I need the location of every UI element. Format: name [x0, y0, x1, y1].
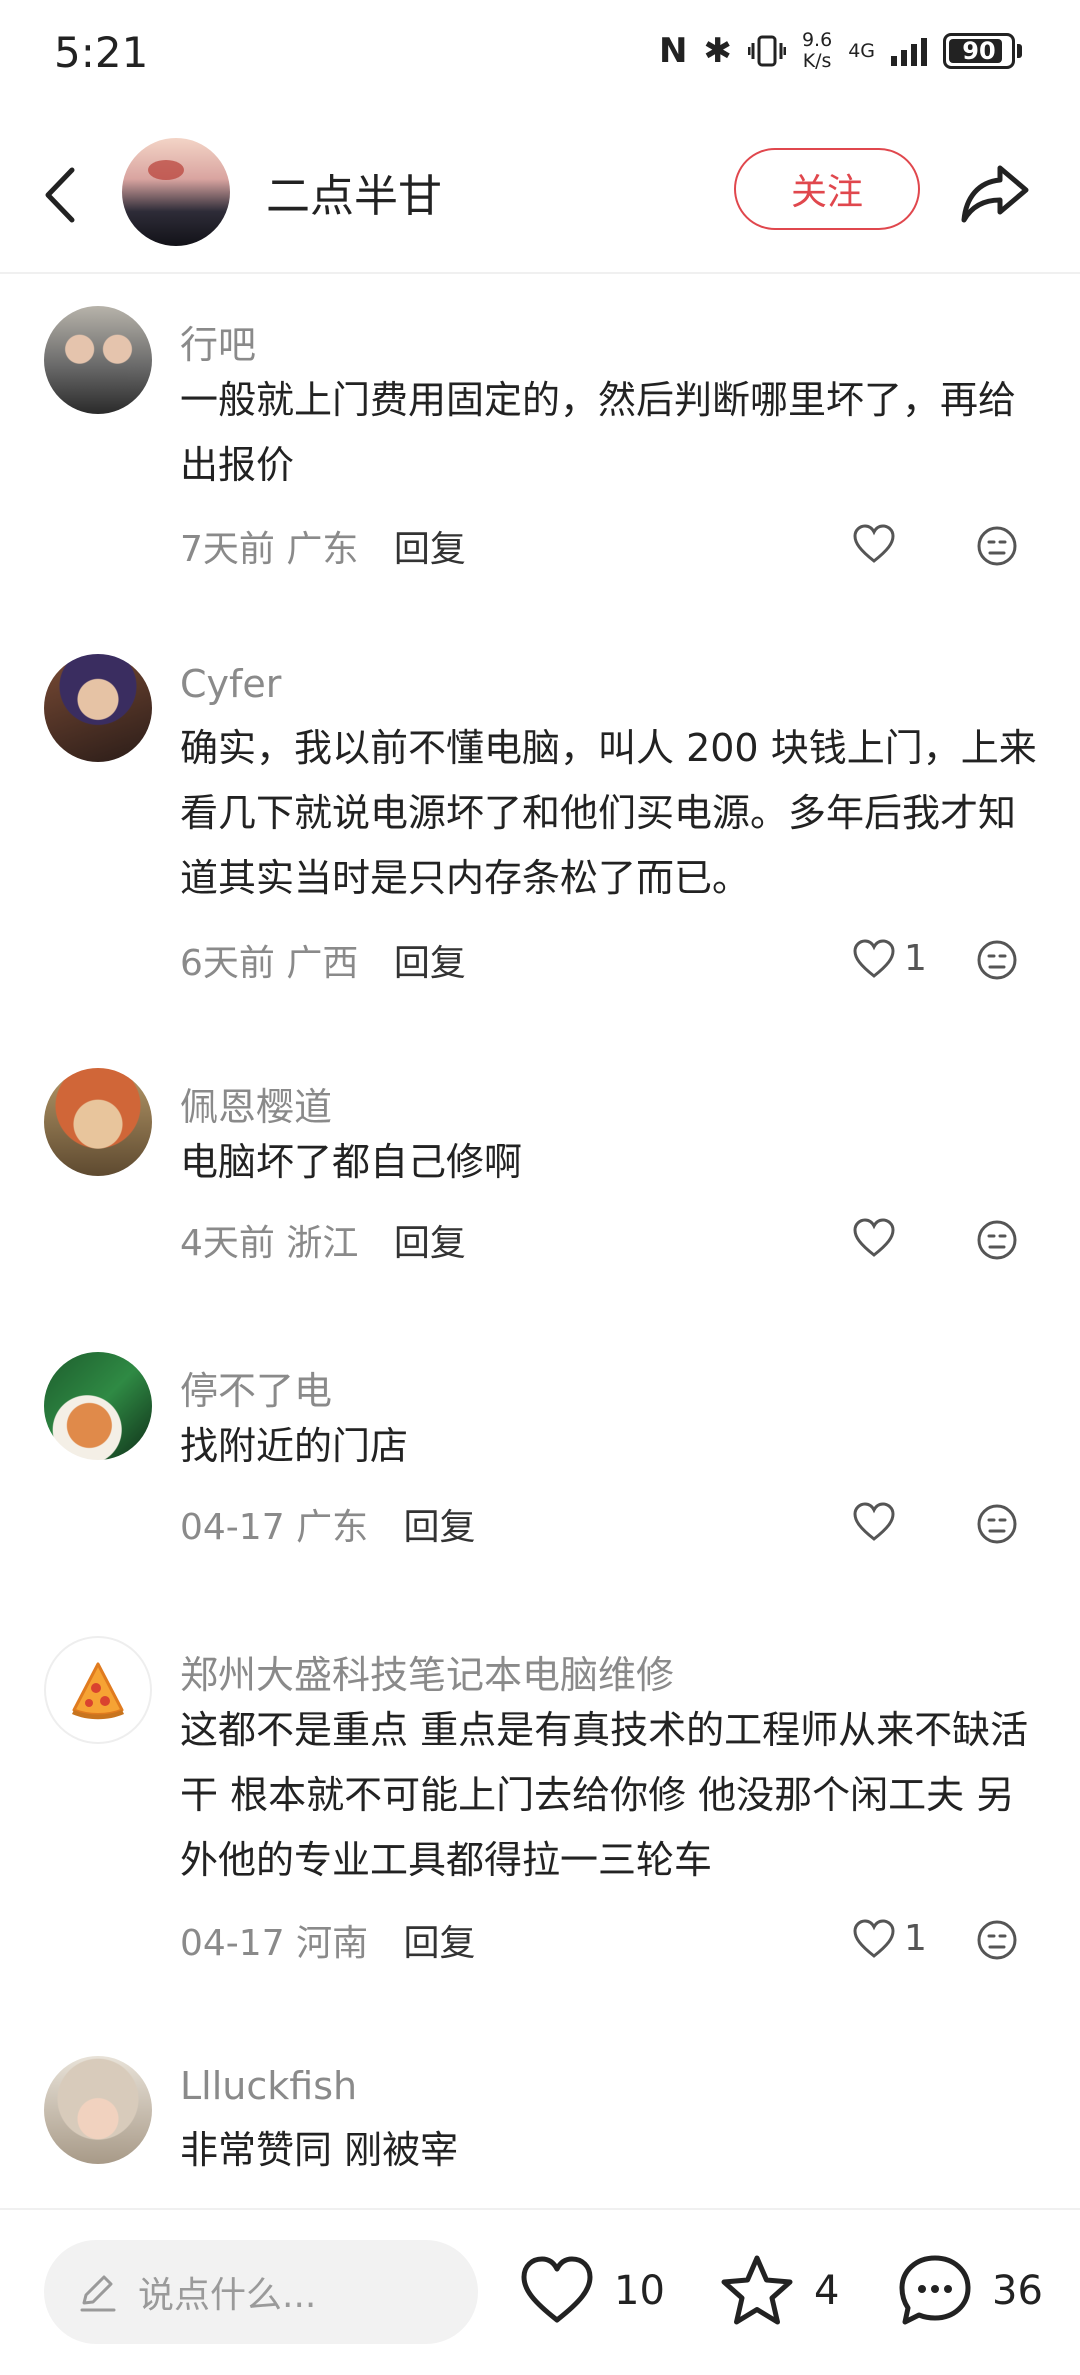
- comment-author[interactable]: Cyfer: [180, 662, 281, 706]
- like-count: 1: [904, 1918, 927, 1959]
- comment-time: 6天前: [180, 943, 275, 984]
- comment-meta: 4天前 浙江 回复: [180, 1214, 466, 1266]
- comments-button[interactable]: 36: [896, 2252, 1043, 2330]
- status-bar: 5:21 N ✱ 9.6 K/s 4G 90: [0, 0, 1080, 110]
- reply-button[interactable]: 回复: [404, 1507, 476, 1548]
- net-speed-unit: K/s: [802, 50, 832, 72]
- like-button[interactable]: [852, 1502, 904, 1542]
- avatar[interactable]: [122, 138, 230, 246]
- like-button[interactable]: [852, 1218, 904, 1258]
- pizza-logo-icon: [72, 1662, 124, 1720]
- comment-location: 广东: [296, 1507, 369, 1548]
- like-button[interactable]: [852, 524, 904, 564]
- comment-list[interactable]: 行吧 一般就上门费用固定的，然后判断哪里坏了，再给出报价 7天前 广东 回复 C…: [0, 276, 1080, 2206]
- input-placeholder: 说点什么...: [138, 2275, 317, 2316]
- avatar[interactable]: [44, 1636, 152, 1744]
- reply-button[interactable]: 回复: [394, 529, 466, 570]
- like-count: 1: [904, 938, 927, 979]
- comment-time: 4天前: [180, 1223, 275, 1264]
- chevron-left-icon: [45, 167, 75, 223]
- avatar[interactable]: [44, 654, 152, 762]
- share-icon: [961, 165, 1029, 223]
- dislike-face-icon[interactable]: [976, 1219, 1018, 1261]
- comment-text: 找附近的门店: [180, 1424, 409, 1468]
- comment-meta: 04-17 河南 回复: [180, 1914, 476, 1966]
- comment-time: 7天前: [180, 529, 275, 570]
- net-speed: 9.6 K/s: [802, 30, 832, 72]
- nfc-icon: N: [659, 31, 688, 71]
- avatar[interactable]: [44, 1352, 152, 1460]
- signal-icon: [891, 36, 927, 66]
- comment-text: 这都不是重点 重点是有真技术的工程师从来不缺活干 根本就不可能上门去给你修 他没…: [180, 1708, 1029, 1882]
- reply-button[interactable]: 回复: [404, 1923, 476, 1964]
- comment-count: 36: [992, 2268, 1043, 2314]
- back-button[interactable]: [34, 160, 90, 230]
- reply-button[interactable]: 回复: [394, 943, 466, 984]
- star-count: 4: [814, 2268, 840, 2314]
- dislike-face-icon[interactable]: [976, 1919, 1018, 1961]
- dislike-face-icon[interactable]: [976, 1503, 1018, 1545]
- bluetooth-icon: ✱: [703, 31, 732, 71]
- network-type: 4G: [848, 39, 875, 62]
- battery-icon: 90: [943, 33, 1015, 69]
- header-divider: [0, 272, 1080, 274]
- comment-location: 浙江: [286, 1223, 359, 1264]
- comment-input[interactable]: 说点什么...: [44, 2240, 478, 2344]
- net-speed-value: 9.6: [801, 29, 833, 51]
- comment-location: 广东: [286, 529, 359, 570]
- comment-text: 一般就上门费用固定的，然后判断哪里坏了，再给出报价: [180, 378, 1017, 487]
- comment-time: 04-17: [180, 1507, 285, 1548]
- page-title[interactable]: 二点半甘: [266, 160, 442, 224]
- dislike-face-icon[interactable]: [976, 939, 1018, 981]
- favorite-button[interactable]: 4: [718, 2252, 839, 2330]
- comment-bubble-icon: [899, 2255, 971, 2325]
- bottom-bar: 说点什么... 10 4 36: [0, 2208, 1080, 2375]
- list-item: Cyfer 确实，我以前不懂电脑，叫人 200 块钱上门，上来看几下就说电源坏了…: [0, 654, 1080, 1014]
- comment-author[interactable]: 停不了电: [180, 1360, 332, 1415]
- comment-location: 广西: [286, 943, 359, 984]
- heart-icon: [853, 1502, 895, 1541]
- vibrate-icon: [747, 35, 786, 67]
- list-item: 佩恩樱道 电脑坏了都自己修啊 4天前 浙江 回复: [0, 1068, 1080, 1308]
- comment-text: 确实，我以前不懂电脑，叫人 200 块钱上门，上来看几下就说电源坏了和他们买电源…: [180, 726, 1037, 900]
- like-button[interactable]: 1: [852, 1918, 927, 1959]
- status-time: 5:21: [54, 28, 149, 77]
- reply-button[interactable]: 回复: [394, 1223, 466, 1264]
- list-item: Llluckfish 非常赞同 刚被宰: [0, 2056, 1080, 2206]
- battery-tip: [1017, 44, 1022, 58]
- like-post-button[interactable]: 10: [518, 2252, 665, 2330]
- follow-button[interactable]: 关注: [734, 148, 920, 230]
- comment-meta: 6天前 广西 回复: [180, 934, 466, 986]
- like-count: 10: [614, 2268, 665, 2314]
- comment-time: 04-17: [180, 1923, 285, 1964]
- comment-meta: 04-17 广东 回复: [180, 1498, 476, 1550]
- avatar[interactable]: [44, 1068, 152, 1176]
- comment-author[interactable]: 行吧: [180, 314, 256, 369]
- battery-level: 90: [962, 37, 996, 65]
- pencil-icon: [80, 2275, 116, 2312]
- star-icon: [721, 2255, 793, 2325]
- list-item: 停不了电 找附近的门店 04-17 广东 回复: [0, 1352, 1080, 1592]
- comment-text: 电脑坏了都自己修啊: [180, 1140, 523, 1184]
- comment-author[interactable]: 佩恩樱道: [180, 1076, 332, 1131]
- list-item: 郑州大盛科技笔记本电脑维修 这都不是重点 重点是有真技术的工程师从来不缺活干 根…: [0, 1636, 1080, 1996]
- comment-text: 非常赞同 刚被宰: [180, 2128, 459, 2172]
- list-item: 行吧 一般就上门费用固定的，然后判断哪里坏了，再给出报价 7天前 广东 回复: [0, 306, 1080, 626]
- comment-author[interactable]: 郑州大盛科技笔记本电脑维修: [180, 1644, 674, 1699]
- header: 二点半甘 关注: [0, 130, 1080, 270]
- avatar[interactable]: [44, 2056, 152, 2164]
- comment-location: 河南: [296, 1923, 369, 1964]
- dislike-face-icon[interactable]: [976, 525, 1018, 567]
- like-button[interactable]: 1: [852, 938, 927, 979]
- status-icons: N ✱ 9.6 K/s 4G 90: [659, 30, 1022, 72]
- share-button[interactable]: [958, 158, 1032, 228]
- heart-icon: [853, 1918, 895, 1958]
- avatar[interactable]: [44, 306, 152, 414]
- heart-icon: [853, 1218, 895, 1257]
- heart-icon: [521, 2256, 593, 2323]
- heart-icon: [853, 938, 895, 978]
- comment-author[interactable]: Llluckfish: [180, 2064, 357, 2108]
- comment-meta: 7天前 广东 回复: [180, 520, 466, 572]
- heart-icon: [853, 524, 895, 563]
